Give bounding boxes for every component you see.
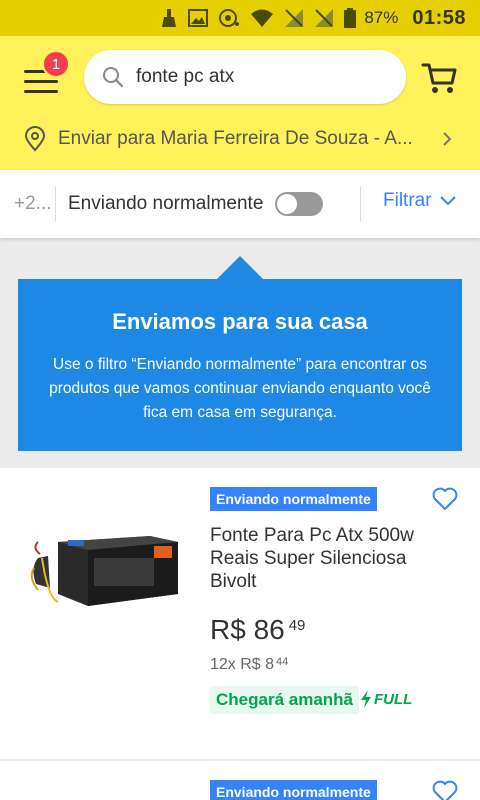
toggle-knob [277, 194, 298, 214]
installments: 12x R$ 8 44 [210, 656, 288, 674]
status-bar: 87% 01:58 [0, 0, 480, 36]
shipping-status-badge: Enviando normalmente [210, 780, 377, 800]
search-icon [103, 67, 124, 88]
search-query: fonte pc atx [136, 66, 235, 87]
clock: 01:58 [412, 6, 466, 29]
cart-button[interactable] [420, 60, 460, 96]
banner-pointer [216, 256, 264, 280]
lightning-icon [361, 690, 371, 708]
location-text: Enviar para Maria Ferreira De Souza - A.… [58, 128, 413, 149]
notification-badge: 1 [42, 50, 70, 78]
location-pin-icon [24, 126, 46, 152]
full-badge: FULL [360, 690, 412, 708]
product-price: R$ 86 49 [210, 614, 305, 646]
arrival-badge: Chegará amanhã [210, 686, 359, 714]
image-icon [188, 9, 209, 27]
menu-icon-bar [24, 80, 58, 83]
no-signal-icon [285, 9, 304, 27]
price-main: R$ 86 [210, 614, 285, 645]
chevron-right-icon [443, 132, 452, 146]
info-banner: Enviamos para sua casa Use o filtro “Env… [18, 279, 462, 451]
price-cents: 49 [288, 617, 306, 634]
shipping-location[interactable]: Enviar para Maria Ferreira De Souza - A.… [24, 124, 464, 154]
shipping-toggle[interactable] [275, 192, 324, 216]
more-filters-chip[interactable]: +2... [0, 186, 56, 222]
chevron-down-icon [439, 196, 456, 206]
installments-main: 12x R$ 8 [210, 656, 275, 673]
favorite-heart-icon[interactable] [432, 780, 458, 800]
app-header: 1 fonte pc atx Enviar para Maria Ferreir… [0, 36, 480, 170]
favorite-heart-icon[interactable] [432, 487, 458, 511]
product-title[interactable]: Fonte Para Pc Atx 500w Reais Super Silen… [210, 524, 430, 593]
divider [360, 186, 361, 222]
filter-button[interactable]: Filtrar [383, 190, 456, 212]
filter-label: Filtrar [383, 190, 432, 211]
fulfillment-label: FULL [374, 690, 413, 708]
shipping-status-badge: Enviando normalmente [210, 487, 377, 511]
wifi-icon [251, 9, 274, 27]
filter-bar: +2... Enviando normalmente Filtrar [0, 170, 480, 238]
status-icons [160, 8, 357, 28]
product-image[interactable] [28, 528, 180, 612]
installments-cents: 44 [276, 656, 289, 668]
menu-icon-bar [24, 90, 58, 93]
product-card[interactable]: Enviando normalmente Fonte Para Pc Atx 5… [0, 468, 480, 759]
cart-icon [421, 63, 457, 93]
battery-percentage: 87% [364, 8, 399, 27]
broom-icon [162, 9, 177, 27]
sync-icon [219, 9, 240, 27]
product-card[interactable]: Enviando normalmente [0, 761, 480, 800]
shipping-toggle-label: Enviando normalmente [68, 193, 264, 214]
search-input[interactable]: fonte pc atx [84, 50, 406, 104]
banner-body: Use o filtro “Enviando normalmente” para… [49, 356, 431, 421]
battery-icon [344, 8, 357, 28]
banner-title: Enviamos para sua casa [112, 309, 368, 334]
no-signal-icon-2 [315, 9, 334, 27]
